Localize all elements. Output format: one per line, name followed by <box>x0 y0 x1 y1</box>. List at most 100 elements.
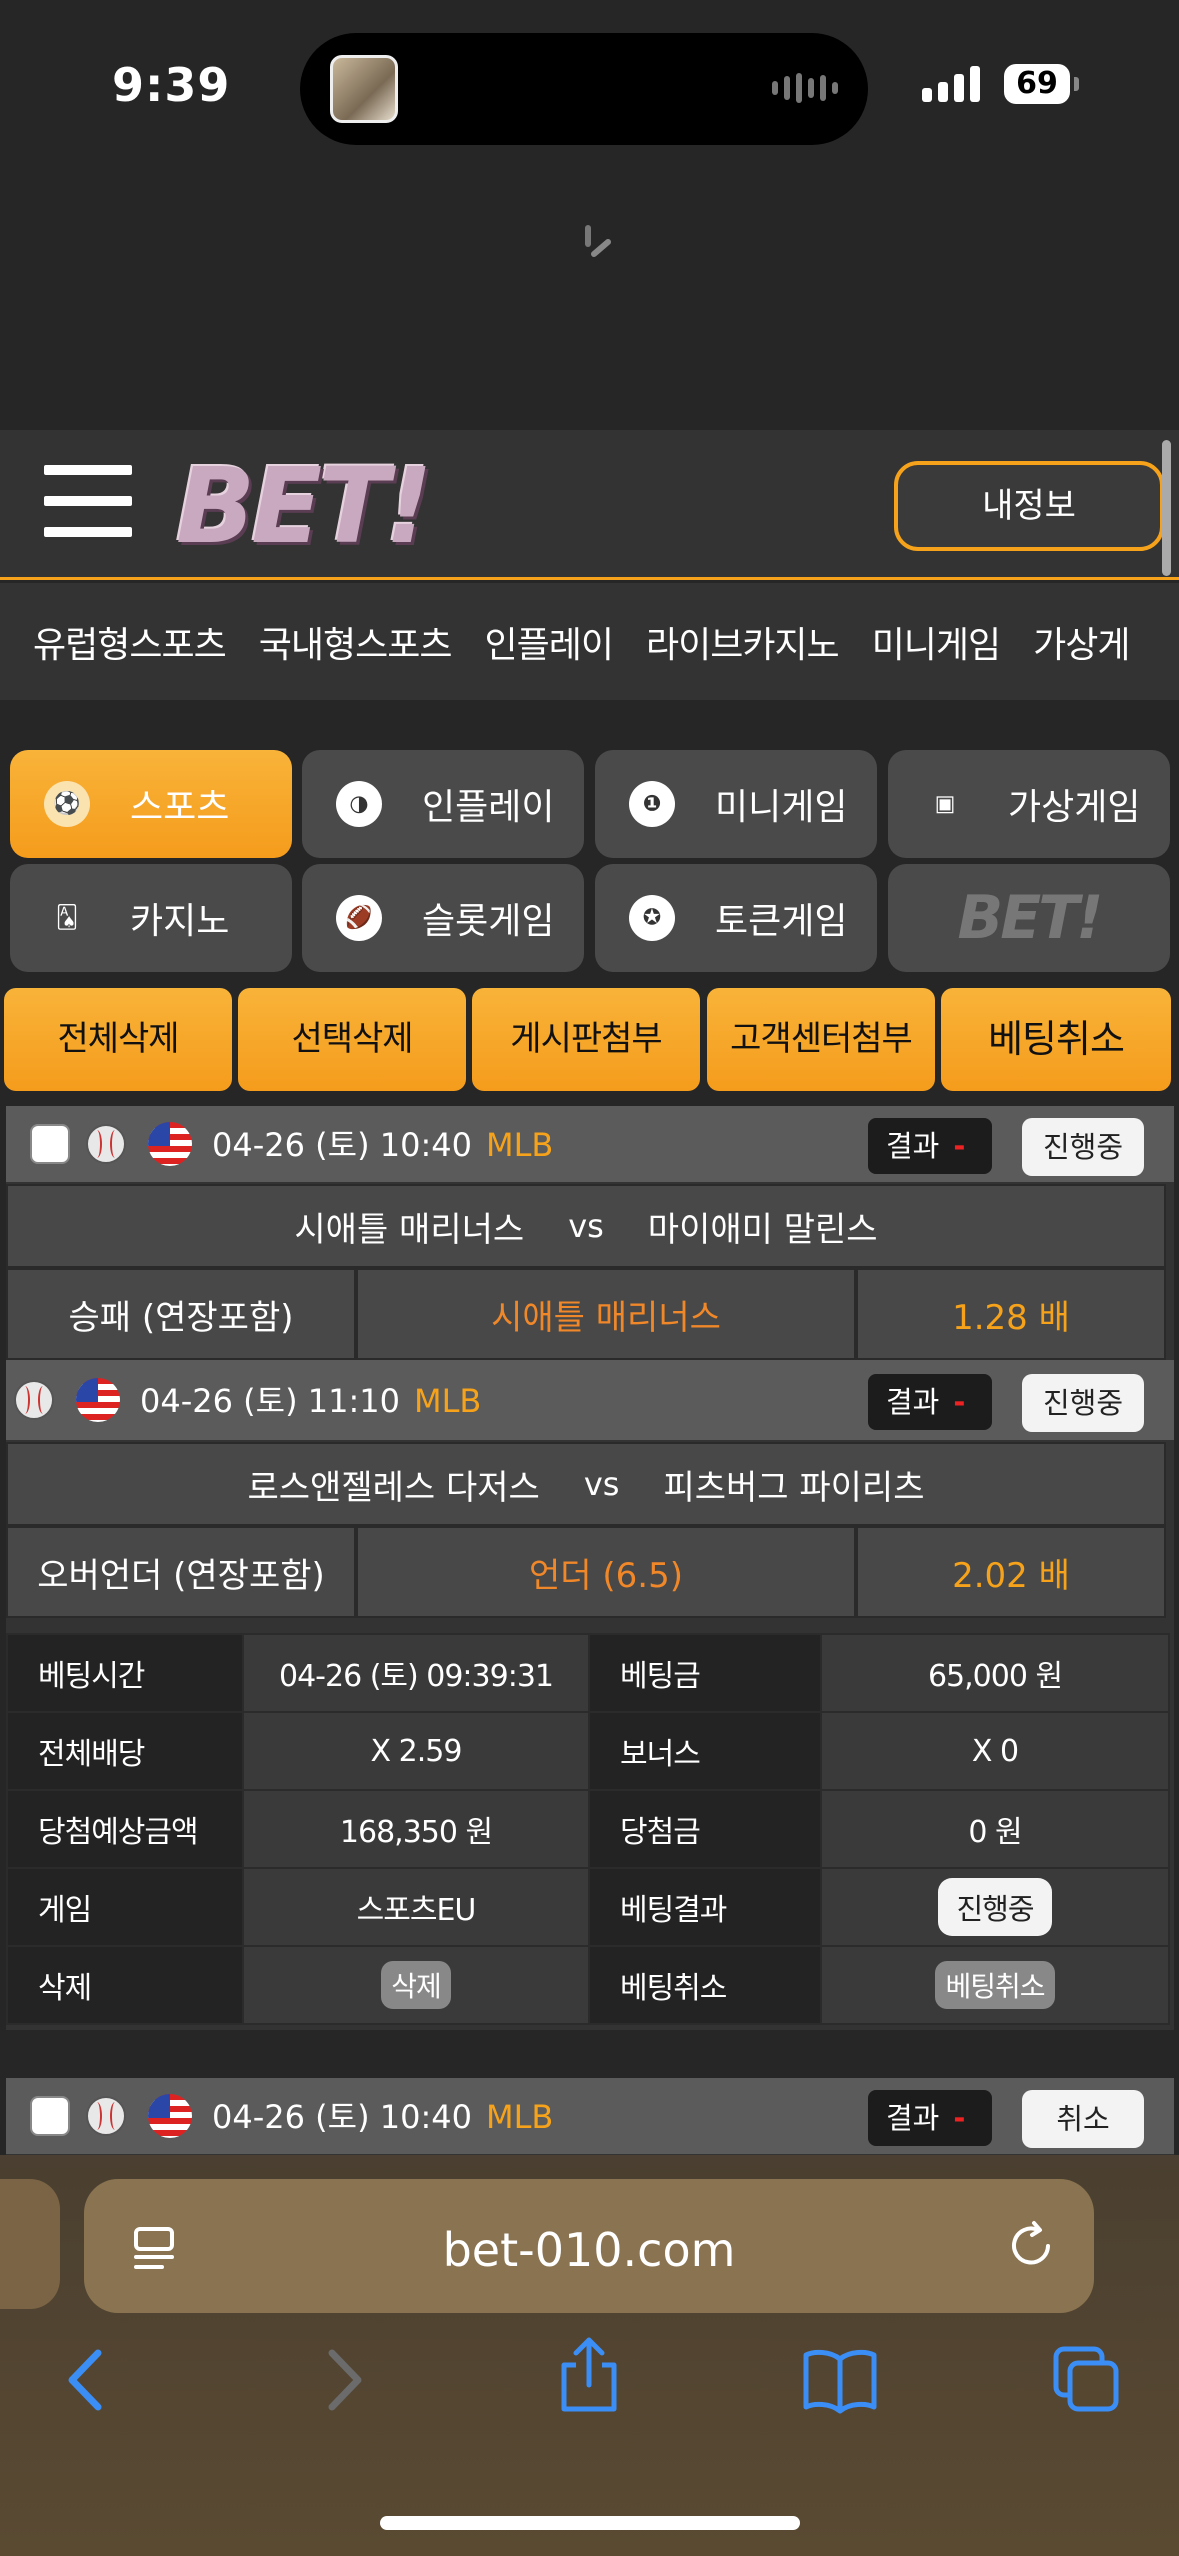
bet-amount-value: 65,000 원 <box>820 1633 1170 1713</box>
bet-result-label: 베팅결과 <box>588 1867 822 1947</box>
win-amount-value: 0 원 <box>820 1789 1170 1869</box>
bet-time-value: 04-26 (토) 09:39:31 <box>242 1633 590 1713</box>
baseball-icon <box>86 2096 126 2136</box>
category-casino[interactable]: 🂡 카지노 <box>10 864 292 972</box>
market-label: 오버언더 (연장포함) <box>6 1526 356 1618</box>
pick-value: 시애틀 매리너스 <box>356 1268 856 1360</box>
bet-slip-card: 04-26 (토) 10:40 MLB 결과 - 취소 <box>6 2078 1174 2155</box>
address-bar[interactable]: bet-010.com <box>84 2179 1094 2313</box>
category-token[interactable]: ✪ 토큰게임 <box>595 864 877 972</box>
league-label: MLB <box>485 1126 554 1164</box>
battery-indicator: 69 <box>1004 64 1079 104</box>
site-header: BET! 내정보 <box>0 430 1179 580</box>
slot-machine-icon: ▣ <box>934 791 956 817</box>
delete-selected-button[interactable]: 선택삭제 <box>238 988 466 1091</box>
playing-cards-icon: 🂡 <box>55 905 79 931</box>
result-button[interactable]: 결과 - <box>868 2090 992 2146</box>
delete-button[interactable]: 삭제 <box>381 1961 451 2009</box>
nav-item-domestic-sports[interactable]: 국내형스포츠 <box>259 616 453 668</box>
category-inplay[interactable]: ◑ 인플레이 <box>302 750 584 858</box>
vs-label: vs <box>583 1465 620 1503</box>
match-header: 04-26 (토) 11:10 MLB 결과 - 진행중 <box>6 1360 1174 1440</box>
bookmarks-icon[interactable] <box>800 2345 880 2415</box>
league-label: MLB <box>485 2098 554 2136</box>
site-logo[interactable]: BET! <box>176 454 506 558</box>
table-row: 삭제 삭제 베팅취소 베팅취소 <box>6 1945 1170 2025</box>
attach-support-button[interactable]: 고객센터첨부 <box>707 988 935 1091</box>
reload-icon[interactable] <box>1004 2219 1058 2273</box>
attach-board-button[interactable]: 게시판첨부 <box>472 988 700 1091</box>
main-nav: 유럽형스포츠 국내형스포츠 인플레이 라이브카지노 미니게임 가상게 <box>0 583 1179 700</box>
cancel-bet-button[interactable]: 베팅취소 <box>941 988 1171 1091</box>
market-label: 승패 (연장포함) <box>6 1268 356 1360</box>
page-scrollbar[interactable] <box>1162 440 1171 576</box>
us-flag-icon <box>148 1122 192 1166</box>
result-button[interactable]: 결과 - <box>868 1118 992 1174</box>
total-odds-label: 전체배당 <box>6 1711 244 1791</box>
expected-win-label: 당첨예상금액 <box>6 1789 244 1869</box>
select-checkbox[interactable] <box>30 2096 70 2136</box>
home-team: 시애틀 매리너스 <box>294 1209 525 1250</box>
pick-row: 오버언더 (연장포함) 언더 (6.5) 2.02 배 <box>6 1526 1166 1618</box>
status-badge: 진행중 <box>1022 1374 1144 1432</box>
nav-item-minigame[interactable]: 미니게임 <box>872 616 1001 668</box>
bet-amount-label: 베팅금 <box>588 1633 822 1713</box>
tabs-icon[interactable] <box>1052 2345 1122 2415</box>
match-teams: 로스앤젤레스 다저스 vs 피츠버그 파이리츠 <box>6 1442 1166 1526</box>
cellular-signal-icon <box>922 66 980 102</box>
odds-value: 1.28 배 <box>856 1268 1166 1360</box>
category-bet-logo[interactable]: BET! <box>888 864 1170 972</box>
audio-waveform-icon <box>772 73 838 103</box>
category-virtual[interactable]: ▣ 가상게임 <box>888 750 1170 858</box>
nav-item-euro-sports[interactable]: 유럽형스포츠 <box>33 616 227 668</box>
match-datetime: 04-26 (토) 10:40 MLB <box>212 2098 554 2136</box>
previous-tab-preview[interactable] <box>0 2179 60 2309</box>
delete-all-button[interactable]: 전체삭제 <box>4 988 232 1091</box>
back-arrow-icon[interactable] <box>62 2345 112 2415</box>
bet-cancel-button[interactable]: 베팅취소 <box>935 1961 1055 2009</box>
dynamic-island <box>300 33 868 145</box>
league-label: MLB <box>413 1382 482 1420</box>
category-slot[interactable]: 🏈 슬롯게임 <box>302 864 584 972</box>
loading-spinner-icon <box>585 225 611 257</box>
volleyball-icon: ◑ <box>336 781 382 827</box>
url-text: bet-010.com <box>442 2223 736 2277</box>
soccer-ball-icon: ⚽ <box>44 781 90 827</box>
category-minigame[interactable]: ❶ 미니게임 <box>595 750 877 858</box>
hamburger-menu-icon[interactable] <box>44 465 132 537</box>
nav-item-inplay[interactable]: 인플레이 <box>484 616 613 668</box>
home-indicator <box>380 2516 800 2530</box>
pick-value: 언더 (6.5) <box>356 1526 856 1618</box>
table-row: 당첨예상금액 168,350 원 당첨금 0 원 <box>6 1789 1170 1869</box>
bet-cancel-label: 베팅취소 <box>588 1945 822 2025</box>
status-badge: 진행중 <box>1022 1118 1144 1176</box>
table-row: 전체배당 X 2.59 보너스 X 0 <box>6 1711 1170 1791</box>
forward-arrow-icon[interactable] <box>318 2345 368 2415</box>
category-sports[interactable]: ⚽ 스포츠 <box>10 750 292 858</box>
table-row: 게임 스포츠EU 베팅결과 진행중 <box>6 1867 1170 1947</box>
vs-label: vs <box>568 1207 604 1245</box>
select-checkbox[interactable] <box>30 1124 70 1164</box>
match-header: 04-26 (토) 10:40 MLB 결과 - 진행중 <box>6 1106 1174 1182</box>
total-odds-value: X 2.59 <box>242 1711 590 1791</box>
match-header: 04-26 (토) 10:40 MLB 결과 - 취소 <box>6 2078 1174 2154</box>
expected-win-value: 168,350 원 <box>242 1789 590 1869</box>
number-ball-icon: ❶ <box>629 781 675 827</box>
home-team: 로스앤젤레스 다저스 <box>247 1467 540 1508</box>
delete-label: 삭제 <box>6 1945 244 2025</box>
nav-item-virtual[interactable]: 가상게 <box>1033 616 1130 668</box>
match-datetime: 04-26 (토) 11:10 MLB <box>140 1382 482 1420</box>
away-team: 마이애미 말린스 <box>647 1209 878 1250</box>
now-playing-thumbnail <box>330 55 398 123</box>
my-info-button[interactable]: 내정보 <box>894 461 1164 551</box>
result-button[interactable]: 결과 - <box>868 1374 992 1430</box>
nav-item-live-casino[interactable]: 라이브카지노 <box>646 616 840 668</box>
match-teams: 시애틀 매리너스 vs 마이애미 말린스 <box>6 1184 1166 1268</box>
baseball-icon <box>86 1124 126 1164</box>
us-flag-icon <box>148 2094 192 2138</box>
football-icon: 🏈 <box>336 895 382 941</box>
poker-chip-icon: ✪ <box>629 895 675 941</box>
share-icon[interactable] <box>556 2335 622 2415</box>
away-team: 피츠버그 파이리츠 <box>663 1467 925 1508</box>
status-badge: 취소 <box>1022 2090 1144 2148</box>
